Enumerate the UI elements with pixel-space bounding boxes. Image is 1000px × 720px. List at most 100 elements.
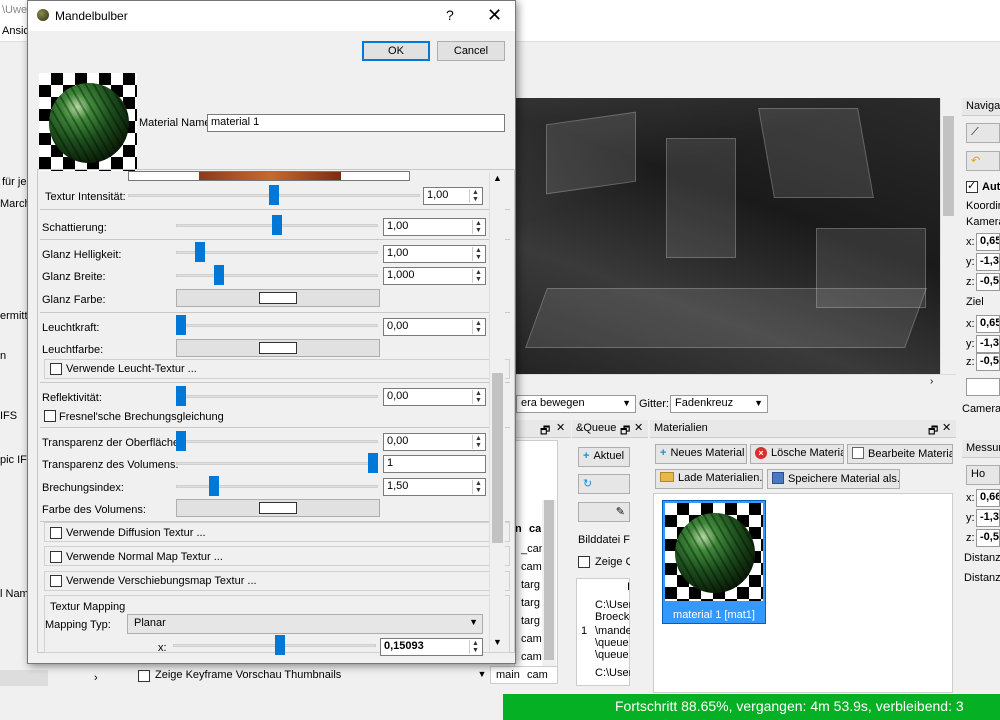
verwende-diffusion-textur-checkbox[interactable] bbox=[50, 527, 62, 539]
glanz-helligkeit-spinbox[interactable]: 1,00 ▲ ▼ bbox=[383, 245, 486, 263]
help-button[interactable]: ? bbox=[446, 7, 454, 23]
keyframe-thumbnail-checkbox[interactable] bbox=[138, 670, 150, 682]
render-view[interactable] bbox=[516, 98, 940, 374]
camera-x-field[interactable]: 0,65 bbox=[976, 233, 1000, 251]
new-material-button[interactable]: + Neues Material bbox=[655, 444, 747, 464]
measure-x-field[interactable]: 0,66 bbox=[976, 489, 1000, 507]
reflektivitaet-slider[interactable] bbox=[176, 386, 378, 406]
textur-intensitaet-spinbox[interactable]: 1,00 ▲ ▼ bbox=[423, 187, 483, 205]
slider-handle[interactable] bbox=[368, 453, 378, 473]
list-item[interactable]: cam bbox=[521, 633, 542, 645]
schattierung-spinbox[interactable]: 1,00 ▲ ▼ bbox=[383, 218, 486, 236]
spin-arrows-icon[interactable]: ▲ ▼ bbox=[472, 435, 484, 449]
queue-edit-button[interactable]: ✎ bbox=[578, 502, 630, 522]
edit-material-button[interactable]: Bearbeite Material bbox=[847, 444, 953, 464]
list-item[interactable]: targ bbox=[521, 579, 540, 591]
list-item[interactable]: targ bbox=[521, 615, 540, 627]
queue-aktuell-button[interactable]: + Aktuel bbox=[578, 447, 630, 467]
auto-checkbox[interactable]: ✓ bbox=[966, 180, 978, 193]
list-item[interactable]: cam bbox=[521, 651, 542, 663]
slider-handle[interactable] bbox=[176, 431, 186, 451]
material-item[interactable]: material 1 [mat1] bbox=[662, 500, 766, 624]
list-item[interactable]: targ bbox=[521, 597, 540, 609]
mapping-x-slider[interactable] bbox=[173, 635, 376, 655]
slider-handle[interactable] bbox=[272, 215, 282, 235]
chevron-down-icon[interactable]: ▼ bbox=[474, 666, 490, 682]
brechungsindex-spinbox[interactable]: 1,50 ▲ ▼ bbox=[383, 478, 486, 496]
close-icon[interactable]: ✕ bbox=[942, 421, 951, 434]
save-material-button[interactable]: Speichere Material als... bbox=[767, 469, 900, 489]
mapping-typ-combo[interactable]: Planar ▼ bbox=[127, 614, 483, 634]
list-vscroll-thumb[interactable] bbox=[544, 500, 554, 660]
list-item[interactable]: cam bbox=[521, 561, 542, 573]
leuchtkraft-spinbox[interactable]: 0,00 ▲ ▼ bbox=[383, 318, 486, 336]
load-materials-button[interactable]: Lade Materialien... bbox=[655, 469, 763, 489]
dialog-vscroll-thumb[interactable] bbox=[492, 373, 503, 543]
textur-intensitaet-slider[interactable] bbox=[128, 185, 420, 205]
schattierung-slider[interactable] bbox=[176, 215, 378, 235]
glanz-breite-spinbox[interactable]: 1,000 ▲ ▼ bbox=[383, 267, 486, 285]
scroll-right-arrow-icon[interactable]: › bbox=[930, 376, 933, 387]
spin-arrows-icon[interactable]: ▲ ▼ bbox=[469, 189, 481, 203]
float-icon[interactable]: 🗗 bbox=[540, 422, 550, 437]
delete-material-button[interactable]: × Lösche Material bbox=[750, 444, 844, 464]
queue-refresh-button[interactable]: ↻ bbox=[578, 474, 630, 494]
leuchtfarbe-color-button[interactable] bbox=[176, 339, 380, 357]
close-icon[interactable]: ✕ bbox=[634, 421, 643, 434]
ok-button[interactable]: OK bbox=[362, 41, 430, 61]
farbe-volumen-color-button[interactable] bbox=[176, 499, 380, 517]
fresnel-checkbox[interactable] bbox=[44, 410, 56, 422]
glanz-helligkeit-slider[interactable] bbox=[176, 242, 378, 262]
transparenz-oberflaeche-spinbox[interactable]: 0,00 ▲ ▼ bbox=[383, 433, 486, 451]
gitter-combo[interactable]: Fadenkreuz ▼ bbox=[670, 395, 768, 413]
spin-arrows-icon[interactable]: ▲ ▼ bbox=[469, 640, 481, 654]
target-x-field[interactable]: 0,65 bbox=[976, 315, 1000, 333]
float-icon[interactable]: 🗗 bbox=[620, 422, 630, 437]
render-hscrollbar[interactable]: › bbox=[516, 374, 956, 390]
transparenz-volumen-input[interactable]: 1 bbox=[383, 455, 486, 473]
target-z-field[interactable]: -0,56 bbox=[976, 353, 1000, 371]
float-icon[interactable]: 🗗 bbox=[928, 422, 938, 437]
verwende-verschiebungsmap-checkbox[interactable] bbox=[50, 575, 62, 587]
chevron-right-icon[interactable]: › bbox=[94, 672, 98, 684]
slider-handle[interactable] bbox=[195, 242, 205, 262]
home-button[interactable]: Ho bbox=[966, 465, 1000, 485]
material-name-input[interactable]: material 1 bbox=[207, 114, 505, 132]
measure-y-field[interactable]: -1,3 bbox=[976, 509, 1000, 527]
close-button[interactable]: ✕ bbox=[487, 5, 502, 26]
slider-handle[interactable] bbox=[209, 476, 219, 496]
measure-z-field[interactable]: -0,5 bbox=[976, 529, 1000, 547]
spin-arrows-icon[interactable]: ▲ ▼ bbox=[472, 390, 484, 404]
nav-button-2[interactable]: ↶ bbox=[966, 151, 1000, 171]
glanz-farbe-color-button[interactable] bbox=[176, 289, 380, 307]
leuchtkraft-slider[interactable] bbox=[176, 315, 378, 335]
scroll-up-arrow-icon[interactable]: ▲ bbox=[493, 173, 502, 183]
brechungsindex-slider[interactable] bbox=[176, 476, 378, 496]
queue-vscrollbar[interactable] bbox=[630, 440, 644, 680]
transparenz-oberflaeche-slider[interactable] bbox=[176, 431, 378, 451]
mapping-x-spinbox[interactable]: 0,15093 ▲ ▼ bbox=[380, 638, 483, 656]
nav-button-1[interactable]: ⟋ bbox=[966, 123, 1000, 143]
list-vscrollbar[interactable] bbox=[542, 500, 556, 670]
reflektivitaet-spinbox[interactable]: 0,00 ▲ ▼ bbox=[383, 388, 486, 406]
camera-rotation-combo[interactable] bbox=[966, 378, 1000, 396]
target-y-field[interactable]: -1,3 bbox=[976, 335, 1000, 353]
camera-y-field[interactable]: -1,3 bbox=[976, 253, 1000, 271]
spin-arrows-icon[interactable]: ▲ ▼ bbox=[472, 320, 484, 334]
glanz-breite-slider[interactable] bbox=[176, 265, 378, 285]
queue-list[interactable]: I C:\User Broecke 1 \mande \queue \queue… bbox=[576, 578, 635, 686]
render-vscroll-thumb[interactable] bbox=[943, 116, 954, 216]
spin-arrows-icon[interactable]: ▲ ▼ bbox=[472, 220, 484, 234]
zeige-queue-checkbox[interactable] bbox=[578, 556, 590, 568]
slider-handle[interactable] bbox=[176, 386, 186, 406]
left-scroll-area[interactable] bbox=[0, 670, 48, 686]
slider-handle[interactable] bbox=[176, 315, 186, 335]
dialog-vscrollbar[interactable]: ▲ ▼ bbox=[489, 173, 505, 651]
cancel-button[interactable]: Cancel bbox=[437, 41, 505, 61]
close-icon[interactable]: ✕ bbox=[556, 421, 565, 434]
verwende-leucht-textur-checkbox[interactable] bbox=[50, 363, 62, 375]
scroll-down-arrow-icon[interactable]: ▼ bbox=[493, 637, 502, 647]
spin-arrows-icon[interactable]: ▲ ▼ bbox=[472, 269, 484, 283]
spin-arrows-icon[interactable]: ▲ ▼ bbox=[472, 480, 484, 494]
slider-handle[interactable] bbox=[269, 185, 279, 205]
